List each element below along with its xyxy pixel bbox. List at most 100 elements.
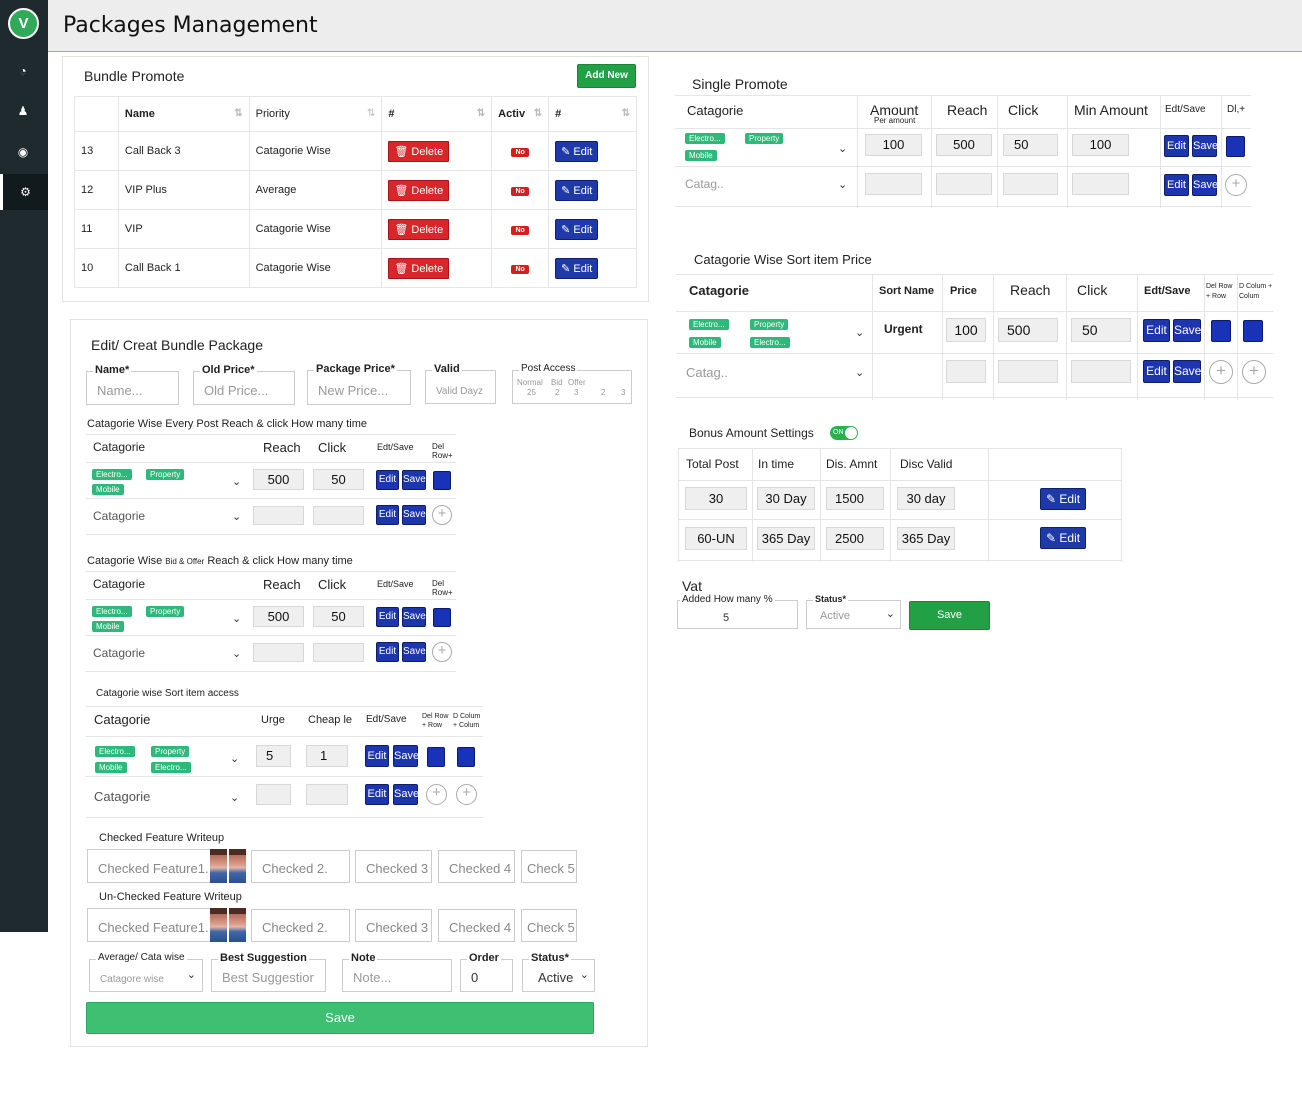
save-button[interactable]: Save — [393, 745, 419, 767]
cat-select[interactable]: Catag.. — [686, 365, 728, 380]
cheap-input[interactable]: 1 — [306, 745, 348, 767]
chevron-down-icon[interactable]: ⌄ — [230, 752, 239, 765]
cheap-input-empty[interactable] — [306, 784, 348, 805]
delete-row-button[interactable] — [433, 471, 451, 490]
bonus-post-input[interactable]: 30 — [685, 487, 747, 510]
users-icon[interactable]: ♟ — [14, 102, 32, 120]
save-button[interactable]: Save — [402, 470, 426, 490]
click-input[interactable]: 50 — [1071, 318, 1131, 342]
amount-input-empty[interactable] — [865, 173, 922, 195]
bonus-toggle[interactable]: ON — [830, 426, 858, 440]
vat-status-select[interactable]: Status* Active ⌄ — [806, 594, 901, 629]
chevron-down-icon[interactable]: ⌄ — [838, 178, 847, 191]
cat-select[interactable]: Catagorie — [93, 646, 145, 660]
checked-feature-2[interactable]: Checked 2. — [251, 850, 350, 883]
tag-chip[interactable]: Property — [750, 319, 789, 330]
save-button[interactable]: Save — [1173, 360, 1201, 383]
delete-row-button[interactable] — [433, 608, 451, 627]
chevron-down-icon[interactable]: ⌄ — [232, 647, 241, 660]
tag-chip[interactable]: Electro... — [95, 746, 135, 757]
add-row-icon[interactable]: + — [432, 642, 452, 662]
lock-icon[interactable]: ◉ — [14, 143, 32, 161]
amount-input[interactable]: 100 — [865, 134, 922, 156]
bonus-valid-input[interactable]: 365 Day — [897, 527, 955, 550]
chevron-down-icon[interactable]: ⌄ — [855, 326, 864, 339]
tag-chip[interactable]: Electro... — [92, 606, 132, 617]
tag-chip[interactable]: Property — [146, 469, 185, 480]
tag-chip[interactable]: Property — [151, 746, 190, 757]
tag-chip[interactable]: Mobile — [92, 484, 124, 495]
edit-button[interactable]: Edit — [1164, 174, 1189, 196]
click-input-empty[interactable] — [1071, 360, 1131, 383]
edit-button[interactable]: Edit — [365, 745, 389, 767]
status-badge[interactable]: No — [511, 265, 529, 274]
tag-chip[interactable]: Mobile — [95, 762, 127, 773]
delete-button[interactable]: 🗑 Delete — [388, 140, 450, 162]
logo-icon[interactable]: V — [8, 8, 39, 39]
edit-button[interactable]: ✎ Edit — [555, 257, 599, 279]
delete-row-button[interactable] — [1226, 136, 1245, 157]
edit-button[interactable]: Edit — [1164, 135, 1189, 157]
reach-input[interactable]: 500 — [253, 606, 304, 627]
edit-button[interactable]: Edit — [376, 642, 399, 662]
edit-button[interactable]: Edit — [376, 470, 399, 490]
status-badge[interactable]: No — [511, 226, 529, 235]
note-field[interactable]: Note Note... — [342, 952, 452, 992]
click-input[interactable]: 50 — [313, 606, 364, 627]
tag-chip[interactable]: Property — [146, 606, 185, 617]
add-row-icon[interactable]: + — [1225, 174, 1247, 196]
tag-chip[interactable]: Electro... — [685, 133, 725, 144]
bonus-time-input[interactable]: 365 Day — [757, 527, 815, 550]
click-input[interactable]: 50 — [313, 469, 364, 490]
save-button[interactable]: Save — [1173, 319, 1201, 342]
reach-input[interactable]: 500 — [998, 318, 1058, 342]
status-select[interactable]: Status* Active ⌄ — [522, 952, 595, 992]
save-button[interactable]: Save — [1192, 135, 1218, 157]
add-column-icon[interactable]: + — [456, 784, 477, 805]
edit-button[interactable]: Edit — [1143, 360, 1170, 383]
save-button[interactable]: Save — [402, 607, 426, 627]
tag-chip[interactable]: Mobile — [689, 337, 721, 348]
unchecked-feature-2[interactable]: Checked 2. — [251, 909, 350, 942]
chevron-down-icon[interactable]: ⌄ — [855, 366, 864, 379]
edit-button[interactable]: ✎ Edit — [555, 218, 599, 240]
cat-select[interactable]: Catag.. — [685, 177, 724, 191]
delete-button[interactable]: 🗑 Delete — [388, 179, 450, 201]
edit-button[interactable]: ✎ Edit — [555, 140, 599, 162]
valid-field[interactable]: Valid Valid Dayz — [425, 363, 496, 404]
add-new-button[interactable]: Add New — [577, 64, 636, 88]
reach-input-empty[interactable] — [253, 506, 304, 525]
reach-input[interactable]: 500 — [253, 469, 304, 490]
dashboard-icon[interactable]: ◔ — [14, 62, 32, 80]
click-input-empty[interactable] — [1003, 173, 1058, 195]
tag-chip[interactable]: Property — [745, 133, 784, 144]
delete-row-button[interactable] — [1211, 320, 1231, 342]
tag-chip[interactable]: Electro... — [92, 469, 132, 480]
urgent-input-empty[interactable] — [256, 784, 291, 805]
status-badge[interactable]: No — [511, 148, 529, 157]
average-select[interactable]: Average/ Cata wise Catagore wise ⌄ — [89, 952, 203, 992]
delete-button[interactable]: 🗑 Delete — [388, 218, 450, 240]
bonus-valid-input[interactable]: 30 day — [897, 487, 955, 510]
click-input[interactable]: 50 — [1003, 134, 1058, 156]
status-badge[interactable]: No — [511, 187, 529, 196]
cat-select[interactable]: Catagorie — [94, 789, 150, 804]
chevron-down-icon[interactable]: ⌄ — [232, 510, 241, 523]
bonus-time-input[interactable]: 30 Day — [757, 487, 815, 510]
bonus-post-input[interactable]: 60-UN — [685, 527, 747, 550]
tag-chip[interactable]: Electro... — [750, 337, 790, 348]
best-suggestion-field[interactable]: Best Suggestion Best Suggestior — [211, 952, 326, 992]
chevron-down-icon[interactable]: ⌄ — [838, 142, 847, 155]
unchecked-feature-4[interactable]: Checked 4 — [438, 909, 515, 942]
edit-button[interactable]: Edit — [376, 505, 399, 525]
tag-chip[interactable]: Electro... — [689, 319, 729, 330]
chevron-down-icon[interactable]: ⌄ — [232, 475, 241, 488]
add-column-icon[interactable]: + — [1242, 360, 1266, 384]
bonus-amnt-input[interactable]: 1500 — [826, 487, 884, 510]
delete-button[interactable]: 🗑 Delete — [388, 257, 450, 279]
order-field[interactable]: Order 0 — [460, 952, 513, 992]
checked-feature-5[interactable]: Check 5 — [521, 850, 577, 883]
package-price-field[interactable]: Package Price* New Price... — [307, 363, 411, 405]
price-input[interactable]: 100 — [946, 318, 986, 342]
post-access-field[interactable]: Post Access Normal Bid Offer 25 2 3 2 3 — [512, 363, 632, 404]
